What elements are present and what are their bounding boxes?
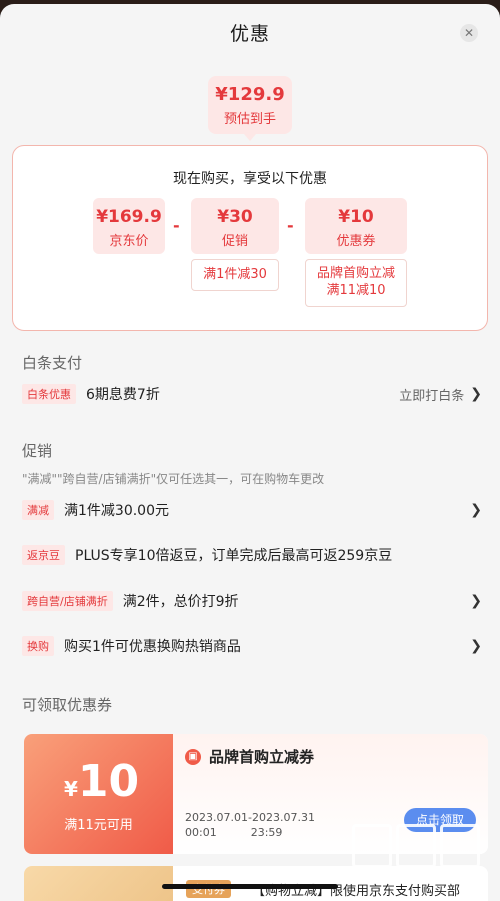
discount-sheet: 优惠 ✕ ¥129.9 预估到手 现在购买，享受以下优惠 ¥169.9 京东价 … xyxy=(0,4,500,901)
jd-price-label: 京东价 xyxy=(109,234,149,249)
coupon-amount-value: 10 xyxy=(77,756,140,807)
promotion-tag: 返京豆 xyxy=(22,545,65,565)
watermark-logo xyxy=(352,824,484,868)
coupon-amount-panel: ¥10 满11元可用 xyxy=(24,734,173,854)
coupon-name: 品牌首购立减券 xyxy=(209,748,315,766)
promotion-text: 满1件减30.00元 xyxy=(64,503,169,519)
coupon-detail: 品牌首购立减 满11减10 xyxy=(305,259,407,307)
promotion-row[interactable]: 满减 满1件减30.00元 ❯ xyxy=(22,500,482,520)
coupon-section-title: 可领取优惠券 xyxy=(22,696,113,714)
coupon-label: 优惠券 xyxy=(336,234,376,249)
baitiao-action[interactable]: 立即打白条 xyxy=(399,385,464,404)
sheet-header: 优惠 ✕ xyxy=(0,4,500,60)
baitiao-section-title: 白条支付 xyxy=(22,354,83,372)
promotion-row[interactable]: 换购 购买1件可优惠换购热销商品 ❯ xyxy=(22,636,482,656)
chevron-right-icon: ❯ xyxy=(470,593,482,609)
coupon-validity: 2023.07.01-2023.07.31 00:01 23:59 xyxy=(185,811,315,839)
promotion-tag: 换购 xyxy=(22,636,54,656)
coupon-2-text: 【购物立减】限使用京东支付购买部 xyxy=(252,884,461,899)
estimated-price: ¥129.9 xyxy=(215,84,285,105)
coupon-detail-line-1: 品牌首购立减 xyxy=(316,266,395,281)
chevron-right-icon: ❯ xyxy=(470,502,482,518)
coupon-value: ¥10 xyxy=(338,207,374,227)
coupon-condition: 满11元可用 xyxy=(64,818,133,833)
promotion-text: 购买1件可优惠换购热销商品 xyxy=(64,639,241,655)
coupon-time-start: 00:01 xyxy=(185,826,217,839)
promotion-tag: 跨自营/店铺满折 xyxy=(22,591,113,611)
home-indicator[interactable] xyxy=(162,884,338,889)
baitiao-tag: 白条优惠 xyxy=(22,384,76,404)
promotion-text: 满2件，总价打9折 xyxy=(122,594,239,610)
baitiao-row[interactable]: 白条优惠 6期息费7折 立即打白条 ❯ xyxy=(22,384,482,404)
estimated-price-label: 预估到手 xyxy=(223,112,276,127)
price-breakdown: 现在购买，享受以下优惠 ¥169.9 京东价 - ¥30 促销 - ¥10 优惠… xyxy=(12,145,488,331)
estimated-price-box: ¥129.9 预估到手 xyxy=(208,76,292,134)
minus-sign: - xyxy=(173,216,180,235)
baitiao-text: 6期息费7折 xyxy=(86,387,160,403)
chevron-right-icon: ❯ xyxy=(470,638,482,654)
promotion-note: "满减""跨自营/店铺满折"仅可任选其一，可在购物车更改 xyxy=(22,472,325,486)
breakdown-heading: 现在购买，享受以下优惠 xyxy=(173,171,327,187)
promotion-row: 返京豆 PLUS专享10倍返豆，订单完成后最高可返259京豆 xyxy=(22,545,482,565)
promotion-tag: 满减 xyxy=(22,500,54,520)
coupon-amount: ¥10 xyxy=(64,756,139,807)
shopping-bag-icon: ▣ xyxy=(185,748,201,765)
coupon-detail-line-2: 满11减10 xyxy=(326,283,386,298)
coupon-time-end: 23:59 xyxy=(250,826,283,839)
coupon-amount-panel xyxy=(24,866,173,901)
coupon-currency: ¥ xyxy=(64,777,78,801)
jd-price-value: ¥169.9 xyxy=(96,207,162,227)
jd-price-box: ¥169.9 京东价 xyxy=(93,198,165,254)
promotion-value: ¥30 xyxy=(217,207,253,227)
estimate-pointer xyxy=(244,134,256,141)
promotion-row[interactable]: 跨自营/店铺满折 满2件，总价打9折 ❯ xyxy=(22,591,482,611)
chevron-right-icon: ❯ xyxy=(470,386,482,402)
promotion-section-title: 促销 xyxy=(22,442,53,460)
promotion-box: ¥30 促销 xyxy=(191,198,279,254)
promotion-label: 促销 xyxy=(221,234,248,249)
coupon-date-start: 2023.07.01 xyxy=(185,811,248,824)
close-icon[interactable]: ✕ xyxy=(460,24,478,42)
minus-sign: - xyxy=(287,216,294,235)
payment-coupon-badge: 支付券 xyxy=(186,880,231,898)
coupon-box: ¥10 优惠券 xyxy=(305,198,407,254)
promotion-text: PLUS专享10倍返豆，订单完成后最高可返259京豆 xyxy=(75,548,393,564)
coupon-date-end: 2023.07.31 xyxy=(251,811,315,824)
promotion-detail: 满1件减30 xyxy=(191,259,279,291)
sheet-title: 优惠 xyxy=(229,22,270,45)
coupon-title: ▣ 品牌首购立减券 xyxy=(185,746,314,767)
